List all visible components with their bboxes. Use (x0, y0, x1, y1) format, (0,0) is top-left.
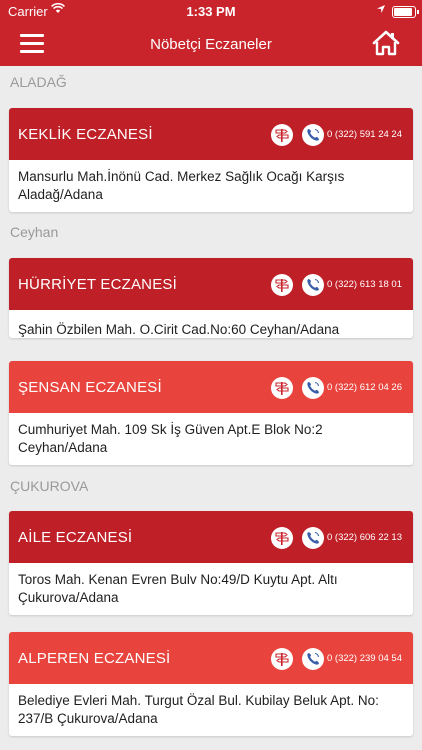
pharmacy-address: Belediye Evleri Mah. Turgut Özal Bul. Ku… (18, 693, 379, 726)
map-signpost-icon[interactable] (271, 274, 293, 296)
pharmacy-card[interactable]: KEKLİK ECZANESİ 0 (322) 591 24 24 Mansur… (9, 108, 413, 212)
pharmacy-card-header: ŞENSAN ECZANESİ 0 (322) 612 04 26 (9, 361, 413, 413)
phone-icon[interactable] (302, 124, 324, 146)
pharmacy-name: HÜRRİYET ECZANESİ (18, 276, 177, 293)
phone-number[interactable]: 0 (322) 606 22 13 (327, 532, 402, 543)
section-header-cukurova: ÇUKUROVA (10, 478, 89, 494)
section-header-aladag: ALADAĞ (10, 74, 67, 90)
pharmacy-card-header: HÜRRİYET ECZANESİ 0 (322) 613 18 01 (9, 258, 413, 310)
phone-icon[interactable] (302, 527, 324, 549)
pharmacy-card-header: KEKLİK ECZANESİ 0 (322) 591 24 24 (9, 108, 413, 160)
pharmacy-address: Toros Mah. Kenan Evren Bulv No:49/D Kuyt… (18, 572, 338, 605)
pharmacy-address: Mansurlu Mah.İnönü Cad. Merkez Sağlık Oc… (18, 169, 345, 202)
map-signpost-icon[interactable] (271, 527, 293, 549)
pharmacy-card[interactable]: ALPEREN ECZANESİ 0 (322) 239 04 54 Beled… (9, 632, 413, 736)
battery-icon (392, 6, 419, 18)
pharmacy-card[interactable]: ŞENSAN ECZANESİ 0 (322) 612 04 26 Cumhur… (9, 361, 413, 465)
phone-number[interactable]: 0 (322) 612 04 26 (327, 382, 402, 393)
pharmacy-card-header: ALPEREN ECZANESİ 0 (322) 239 04 54 (9, 632, 413, 684)
pharmacy-name: ALPEREN ECZANESİ (18, 650, 171, 667)
phone-number[interactable]: 0 (322) 591 24 24 (327, 129, 402, 140)
app-header: Carrier 1:33 PM Nöbetçi Eczaneler (0, 0, 422, 66)
pharmacy-card[interactable]: HÜRRİYET ECZANESİ 0 (322) 613 18 01 Şahi… (9, 258, 413, 338)
section-header-ceyhan: Ceyhan (10, 224, 59, 240)
pharmacy-name: AİLE ECZANESİ (18, 529, 133, 546)
map-signpost-icon[interactable] (271, 377, 293, 399)
pharmacy-card[interactable]: AİLE ECZANESİ 0 (322) 606 22 13 Toros Ma… (9, 511, 413, 615)
pharmacy-name: ŞENSAN ECZANESİ (18, 379, 162, 396)
pharmacy-address: Cumhuriyet Mah. 109 Sk İş Güven Apt.E Bl… (18, 422, 323, 455)
pharmacy-card-header: AİLE ECZANESİ 0 (322) 606 22 13 (9, 511, 413, 563)
map-signpost-icon[interactable] (271, 648, 293, 670)
home-icon[interactable] (372, 30, 400, 56)
status-time: 1:33 PM (186, 4, 236, 19)
phone-icon[interactable] (302, 377, 324, 399)
location-arrow-icon (376, 3, 386, 17)
pharmacy-name: KEKLİK ECZANESİ (18, 126, 153, 143)
phone-number[interactable]: 0 (322) 239 04 54 (327, 653, 402, 664)
phone-number[interactable]: 0 (322) 613 18 01 (327, 279, 402, 290)
map-signpost-icon[interactable] (271, 124, 293, 146)
phone-icon[interactable] (302, 274, 324, 296)
page-title: Nöbetçi Eczaneler (150, 36, 272, 53)
pharmacy-address: Şahin Özbilen Mah. O.Cirit Cad.No:60 Cey… (18, 322, 340, 337)
phone-icon[interactable] (302, 648, 324, 670)
status-bar: Carrier 1:33 PM (0, 0, 422, 22)
